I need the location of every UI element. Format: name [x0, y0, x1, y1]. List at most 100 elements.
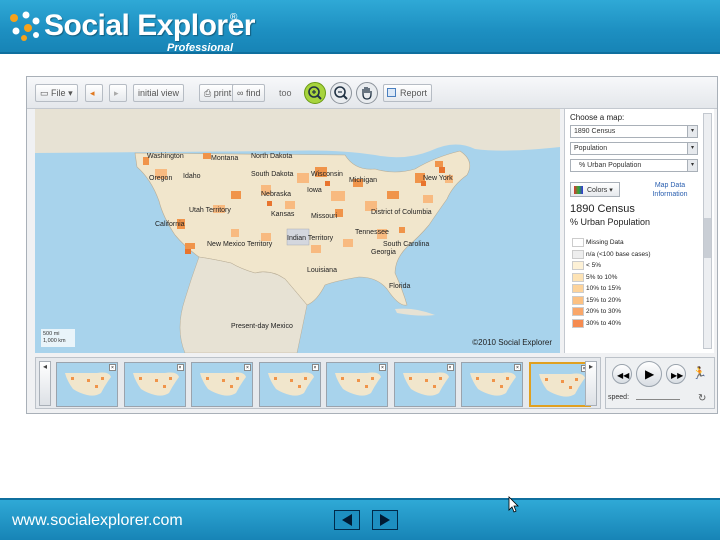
palette-icon	[574, 186, 583, 194]
map-label-new-york: New York	[423, 175, 453, 182]
map-thumbnail[interactable]: ×	[393, 362, 456, 407]
map-thumbnail[interactable]: ×	[461, 362, 523, 407]
scale-km: 1,000 km	[43, 338, 66, 344]
back-button[interactable]: ◂	[85, 84, 103, 102]
legend-subtitle: % Urban Population	[570, 217, 651, 227]
fast-forward-icon: ▶▶	[671, 371, 684, 380]
map-label-tennessee: Tennessee	[355, 229, 389, 236]
thumbnail-map-graphic	[402, 372, 449, 396]
map-options-panel: Choose a map: 1890 Census ▾ Population ▾…	[564, 109, 714, 353]
map-thumbnail[interactable]: ×	[528, 362, 591, 407]
close-icon[interactable]: ×	[109, 364, 116, 371]
fast-forward-button[interactable]: ▶▶	[666, 364, 686, 384]
zoom-out-tool-button[interactable]	[330, 82, 352, 104]
close-icon[interactable]: ×	[446, 364, 454, 371]
map-label-indian-territory: Indian Territory	[287, 235, 334, 242]
footer-url: www.socialexplorer.com	[12, 512, 183, 529]
variable-select[interactable]: % Urban Population ▾	[570, 159, 698, 172]
chevron-right-icon: ▸	[588, 362, 593, 371]
map-thumbnail[interactable]: ×	[56, 362, 118, 407]
logo-dots-icon	[10, 11, 40, 41]
legend-swatch	[572, 272, 584, 282]
map-thumbnail[interactable]: ×	[123, 362, 186, 407]
legend-item-label: 10% to 15%	[586, 285, 622, 292]
footer-bar: www.socialexplorer.com	[0, 498, 720, 540]
legend-item-label: n/a (<100 base cases)	[586, 250, 651, 258]
arrow-right-icon: ▸	[114, 88, 119, 98]
scale-miles: 500 mi	[43, 331, 60, 337]
thumbnail-map-graphic	[200, 372, 246, 396]
triangle-right-icon	[380, 514, 390, 526]
rewind-icon: ◀◀	[617, 371, 630, 380]
slide: Social Explorer ® Professional ▭ File ▾ …	[0, 0, 720, 540]
map-thumbnail[interactable]: ×	[326, 362, 388, 407]
forward-button[interactable]: ▸	[109, 84, 127, 102]
runner-icon[interactable]: 🏃	[692, 366, 707, 380]
map-label-new-mexico-territory: New Mexico Territory	[207, 241, 273, 248]
close-icon[interactable]: ×	[379, 364, 386, 371]
census-year-select[interactable]: 1890 Census ▾	[570, 125, 698, 138]
legend-item: < 5%	[570, 260, 698, 272]
printer-icon: ⎙	[204, 88, 212, 98]
legend-item-label: < 5%	[586, 262, 601, 269]
census-year-value: 1890 Census	[574, 128, 616, 135]
panel-scrollbar[interactable]	[703, 113, 712, 349]
print-button-label: print	[213, 88, 232, 98]
map-label-oregon: Oregon	[149, 175, 173, 182]
map-canvas[interactable]: Washington Montana North Dakota Oregon I…	[35, 109, 560, 353]
close-icon[interactable]: ×	[244, 364, 251, 371]
arrow-left-icon: ◂	[90, 88, 95, 98]
map-label-nebraska: Nebraska	[261, 191, 291, 198]
topic-select[interactable]: Population ▾	[570, 142, 698, 155]
chevron-down-icon: ▾	[687, 126, 697, 137]
next-slide-button[interactable]	[372, 510, 398, 530]
close-icon[interactable]: ×	[176, 364, 184, 371]
colors-button[interactable]: Colors ▾	[570, 182, 620, 197]
map-label-district-of-columbia: District of Columbia	[371, 209, 432, 216]
find-button[interactable]: ∞ find	[232, 84, 266, 102]
filmstrip-next-button[interactable]: ▸	[585, 361, 597, 406]
legend-item: 5% to 10%	[570, 272, 698, 284]
choose-map-label: Choose a map:	[570, 113, 625, 122]
map-data-information-link[interactable]: Map Data Information	[650, 181, 690, 199]
file-icon: ▭	[40, 88, 49, 98]
pan-tool-button[interactable]	[356, 82, 378, 104]
map-thumbnail[interactable]: ×	[191, 362, 253, 407]
map-thumbnail[interactable]: ×	[258, 362, 321, 407]
legend-item-label: 30% to 40%	[586, 319, 622, 327]
thumbnail-map-graphic	[132, 372, 179, 396]
chevron-down-icon: ▾	[68, 88, 73, 98]
map-filmstrip: ◂ × × × × × × × × ▸	[35, 357, 601, 409]
report-icon	[387, 88, 396, 97]
app-window: ▭ File ▾ ◂ ▸ initial view ⎙ print ∞ find…	[26, 76, 718, 414]
report-button[interactable]: Report	[383, 84, 433, 102]
play-button[interactable]: ▶	[636, 361, 662, 387]
playback-controls: ◀◀ ▶ ▶▶ 🏃 speed: ↻	[605, 357, 715, 409]
legend-swatch	[572, 295, 584, 305]
legend-swatch	[572, 238, 584, 247]
scrollbar-thumb[interactable]	[704, 218, 711, 258]
legend-swatch	[572, 318, 584, 328]
chevron-down-icon: ▾	[687, 160, 697, 171]
initial-view-button[interactable]: initial view	[133, 84, 185, 102]
loop-icon[interactable]: ↻	[698, 393, 706, 404]
legend-item: 30% to 40%	[570, 318, 698, 330]
rewind-button[interactable]: ◀◀	[612, 364, 632, 384]
file-button[interactable]: ▭ File ▾	[35, 84, 78, 102]
print-button[interactable]: ⎙ print	[199, 84, 237, 102]
close-icon[interactable]: ×	[514, 364, 521, 371]
hand-icon	[362, 87, 372, 100]
speed-slider[interactable]	[636, 399, 680, 400]
map-graphic	[35, 109, 560, 353]
tool-label: too	[279, 88, 292, 98]
legend-item: n/a (<100 base cases)	[570, 249, 698, 261]
topic-value: Population	[574, 145, 608, 152]
colors-button-label: Colors	[587, 187, 608, 194]
zoom-in-tool-button[interactable]	[304, 82, 326, 104]
map-label-montana: Montana	[211, 155, 239, 162]
previous-slide-button[interactable]	[334, 510, 360, 530]
legend-item: Missing Data	[570, 237, 698, 249]
close-icon[interactable]: ×	[311, 364, 319, 371]
filmstrip-prev-button[interactable]: ◂	[39, 361, 51, 406]
thumbnail-map-graphic	[65, 372, 111, 396]
